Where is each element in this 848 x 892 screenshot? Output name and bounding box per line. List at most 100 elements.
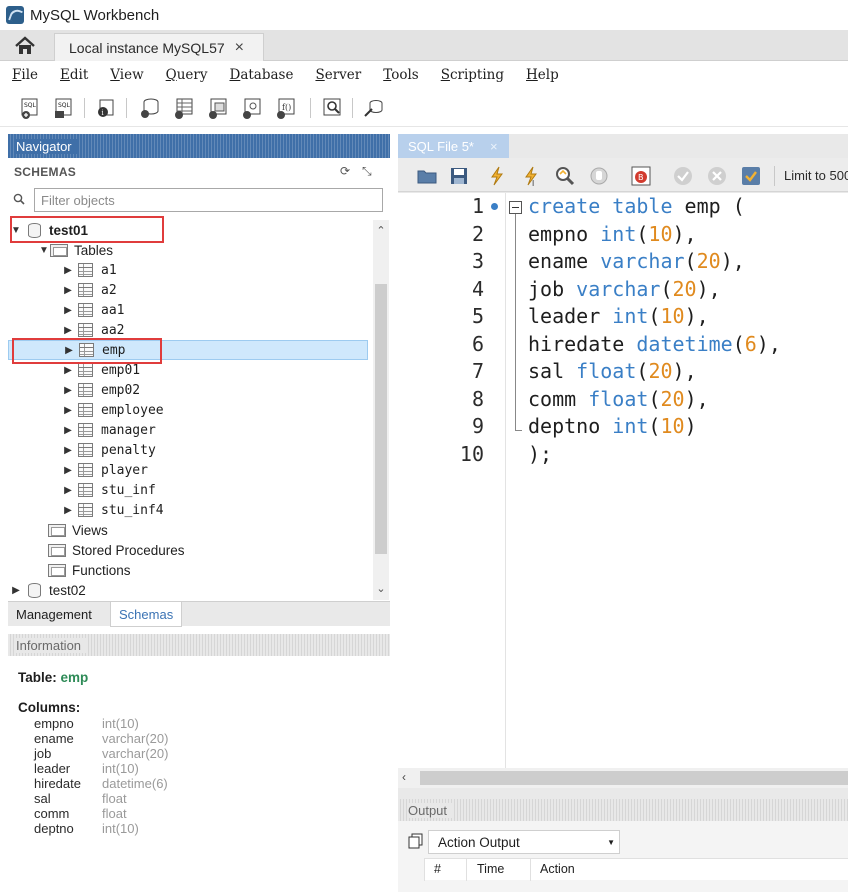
create-procedure-icon[interactable]: [240, 96, 264, 120]
tree-item-a2[interactable]: ▶ a2: [8, 280, 368, 300]
tree-item-player[interactable]: ▶ player: [8, 460, 368, 480]
menu-query[interactable]: Query: [166, 67, 208, 83]
menu-tools[interactable]: Tools: [383, 67, 418, 83]
collapsed-arrow-icon[interactable]: ▶: [62, 305, 74, 316]
hscrollbar-thumb[interactable]: [420, 771, 848, 785]
open-file-icon[interactable]: [416, 165, 438, 187]
collapsed-arrow-icon[interactable]: ▶: [62, 325, 74, 336]
tree-item-manager[interactable]: ▶ manager: [8, 420, 368, 440]
autocommit-icon[interactable]: [740, 165, 762, 187]
fold-toggle-icon[interactable]: [509, 201, 522, 214]
folder-icon: [50, 243, 68, 257]
menu-scripting[interactable]: Scripting: [441, 67, 504, 83]
execute-icon[interactable]: [486, 165, 508, 187]
sql-editor[interactable]: 1 2 3 4 5 6 7 8 9 10 create table emp (empno int(…: [398, 193, 848, 768]
tree-item-tables[interactable]: ▼ Tables: [8, 240, 368, 260]
reconnect-icon[interactable]: [362, 96, 386, 120]
close-tab-icon[interactable]: ×: [235, 39, 244, 57]
tab-management[interactable]: Management: [8, 602, 100, 627]
tree-item-stu_inf4[interactable]: ▶ stu_inf4: [8, 500, 368, 520]
sql-text: deptno: [528, 414, 613, 438]
tree-item-aa1[interactable]: ▶ aa1: [8, 300, 368, 320]
explain-icon[interactable]: [554, 165, 576, 187]
execute-current-icon[interactable]: I: [520, 165, 542, 187]
close-sql-tab-icon[interactable]: ×: [490, 139, 498, 154]
rollback-icon[interactable]: [706, 165, 728, 187]
tree-item-aa2[interactable]: ▶ aa2: [8, 320, 368, 340]
copy-output-icon[interactable]: [408, 833, 424, 849]
search-icon: [13, 193, 25, 205]
menu-file[interactable]: File: [12, 67, 38, 83]
tree-item-a1[interactable]: ▶ a1: [8, 260, 368, 280]
tree-scrollbar[interactable]: ⌃ ⌄: [373, 220, 389, 600]
refresh-schemas-icon[interactable]: ⟳: [340, 164, 350, 178]
collapsed-arrow-icon[interactable]: ▶: [62, 265, 74, 276]
sql-text: ),: [720, 249, 745, 273]
editor-hscrollbar[interactable]: ‹: [398, 768, 848, 788]
collapsed-arrow-icon[interactable]: ▶: [62, 365, 74, 376]
open-sql-script-icon[interactable]: SQL: [52, 96, 76, 120]
stop-icon[interactable]: [588, 165, 610, 187]
menu-view[interactable]: View: [110, 67, 143, 83]
tree-item-penalty[interactable]: ▶ penalty: [8, 440, 368, 460]
create-schema-icon[interactable]: [138, 96, 162, 120]
scroll-down-icon[interactable]: ⌄: [373, 582, 389, 595]
output-type-select[interactable]: Action Output ▼: [428, 830, 620, 854]
search-table-data-icon[interactable]: [320, 96, 344, 120]
tree-item-label: Views: [72, 522, 108, 538]
mysql-workbench-logo-icon: [6, 6, 24, 24]
collapsed-arrow-icon[interactable]: ▶: [62, 285, 74, 296]
tree-item-test02[interactable]: ▶ test02: [8, 580, 368, 600]
collapsed-arrow-icon[interactable]: ▶: [62, 465, 74, 476]
commit-icon[interactable]: [672, 165, 694, 187]
collapsed-arrow-icon[interactable]: ▶: [62, 445, 74, 456]
scroll-left-icon[interactable]: ‹: [402, 770, 406, 784]
inspector-icon[interactable]: i: [94, 96, 118, 120]
toggle-error-icon[interactable]: B: [630, 165, 652, 187]
collapsed-arrow-icon[interactable]: ▶: [10, 585, 22, 596]
menu-server[interactable]: Server: [315, 67, 361, 83]
new-sql-tab-icon[interactable]: SQL: [18, 96, 42, 120]
table-icon: [78, 463, 93, 477]
info-table-name: emp: [60, 670, 89, 685]
collapsed-arrow-icon[interactable]: ▶: [62, 385, 74, 396]
sql-text: ),: [756, 331, 781, 356]
filter-objects-input[interactable]: Filter objects: [34, 188, 383, 212]
code-line: hiredate datetime(6),: [528, 331, 781, 358]
scrollbar-thumb[interactable]: [375, 284, 387, 554]
create-function-icon[interactable]: f(): [274, 96, 298, 120]
menu-edit[interactable]: Edit: [60, 67, 88, 83]
line-number: 1: [471, 194, 484, 218]
save-icon[interactable]: [448, 165, 470, 187]
expanded-arrow-icon[interactable]: ▼: [38, 245, 50, 256]
tree-item-label: a2: [101, 282, 117, 298]
collapsed-arrow-icon[interactable]: ▶: [62, 485, 74, 496]
menu-help[interactable]: Help: [526, 67, 559, 83]
tree-item-label: employee: [101, 402, 164, 418]
tree-item-employee[interactable]: ▶ employee: [8, 400, 368, 420]
create-table-icon[interactable]: [172, 96, 196, 120]
create-view-icon[interactable]: [206, 96, 230, 120]
limit-rows-select[interactable]: Limit to 500: [784, 168, 848, 183]
connection-tab[interactable]: Local instance MySQL57 ×: [54, 33, 264, 61]
collapse-all-icon[interactable]: ⤡: [362, 164, 372, 179]
line-number: 9: [471, 414, 484, 438]
tree-item-emp02[interactable]: ▶ emp02: [8, 380, 368, 400]
code-line: ename varchar(20),: [528, 248, 745, 275]
tree-item-stu_inf[interactable]: ▶ stu_inf: [8, 480, 368, 500]
tree-item-views[interactable]: Views: [8, 520, 368, 540]
scroll-up-icon[interactable]: ⌃: [373, 224, 389, 237]
home-tab[interactable]: [0, 30, 50, 61]
collapsed-arrow-icon[interactable]: ▶: [62, 505, 74, 516]
tree-item-functions[interactable]: Functions: [8, 560, 368, 580]
tree-item-stored-procedures[interactable]: Stored Procedures: [8, 540, 368, 560]
chevron-down-icon: ▼: [607, 838, 615, 847]
home-icon: [15, 35, 35, 54]
sql-file-tab[interactable]: SQL File 5* ×: [398, 134, 509, 158]
collapsed-arrow-icon[interactable]: ▶: [62, 405, 74, 416]
tab-schemas[interactable]: Schemas: [110, 602, 183, 627]
collapsed-arrow-icon[interactable]: ▶: [62, 425, 74, 436]
line-number: 8: [471, 386, 484, 411]
tree-item-label: player: [101, 462, 148, 478]
menu-database[interactable]: Database: [229, 67, 293, 83]
